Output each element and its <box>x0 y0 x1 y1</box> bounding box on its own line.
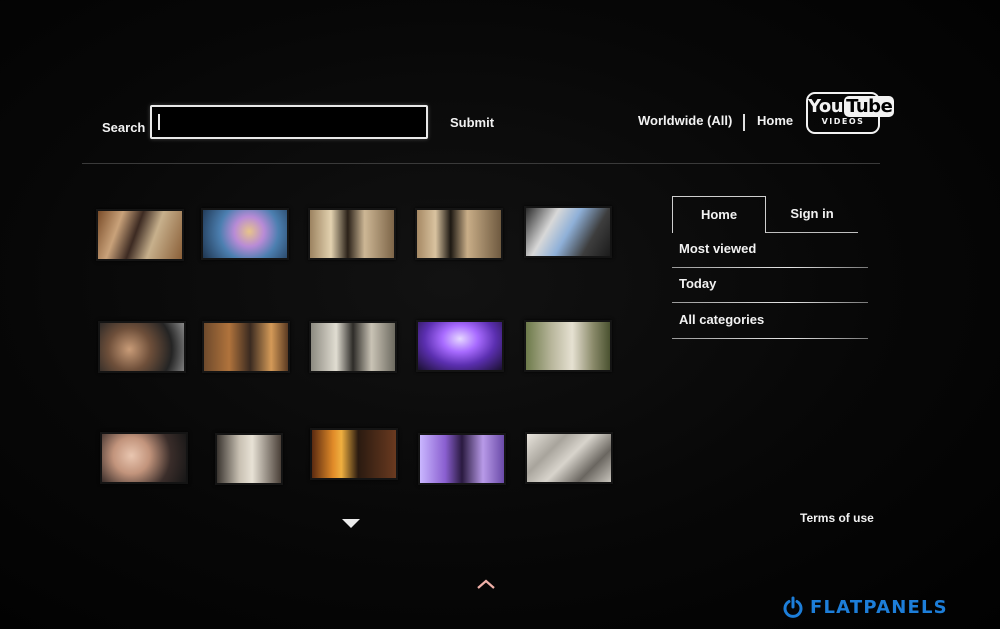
video-thumbnail[interactable] <box>308 208 396 260</box>
header-divider <box>82 163 880 164</box>
menu-item-all-categories[interactable]: All categories <box>672 304 868 339</box>
video-thumbnail[interactable] <box>201 208 289 260</box>
menu-divider <box>672 338 868 339</box>
menu-item-most-viewed[interactable]: Most viewed <box>672 233 868 268</box>
home-link[interactable]: Home <box>757 113 793 128</box>
video-thumbnail[interactable] <box>309 321 397 373</box>
video-thumbnail[interactable] <box>202 321 290 373</box>
power-icon <box>783 596 803 618</box>
header-separator <box>743 114 745 131</box>
menu-item-label: Today <box>679 276 717 291</box>
search-label: Search <box>102 120 146 135</box>
video-thumbnail[interactable] <box>310 428 398 480</box>
youtube-videos-logo: You Tube VIDEOS <box>806 92 895 134</box>
text-cursor <box>158 114 160 130</box>
video-thumbnail[interactable] <box>96 209 184 261</box>
video-thumbnail[interactable] <box>98 321 186 373</box>
tab-sign-in[interactable]: Sign in <box>766 196 858 233</box>
video-thumbnail[interactable] <box>215 433 283 485</box>
terms-of-use-link[interactable]: Terms of use <box>800 511 874 525</box>
triangle-down-icon[interactable] <box>342 519 360 528</box>
chevron-up-icon[interactable] <box>476 578 496 590</box>
submit-button[interactable]: Submit <box>450 115 494 130</box>
video-thumbnail[interactable] <box>100 432 188 484</box>
logo-tube-text: Tube <box>844 96 895 117</box>
video-thumbnail[interactable] <box>415 208 503 260</box>
region-selector[interactable]: Worldwide (All) <box>638 113 732 128</box>
video-thumbnail[interactable] <box>416 320 504 372</box>
logo-subtitle: VIDEOS <box>821 117 865 126</box>
menu-item-label: All categories <box>679 312 765 327</box>
tab-home[interactable]: Home <box>672 196 766 233</box>
video-thumbnail[interactable] <box>524 206 612 258</box>
video-thumbnail[interactable] <box>418 433 506 485</box>
watermark-text: FLATPANELS <box>810 597 948 618</box>
logo-you-text: You <box>808 96 844 117</box>
search-input[interactable] <box>150 105 428 139</box>
menu-item-label: Most viewed <box>679 241 757 256</box>
menu-item-today[interactable]: Today <box>672 268 868 303</box>
video-thumbnail[interactable] <box>524 320 612 372</box>
menu-divider <box>672 302 868 303</box>
video-thumbnail[interactable] <box>525 432 613 484</box>
